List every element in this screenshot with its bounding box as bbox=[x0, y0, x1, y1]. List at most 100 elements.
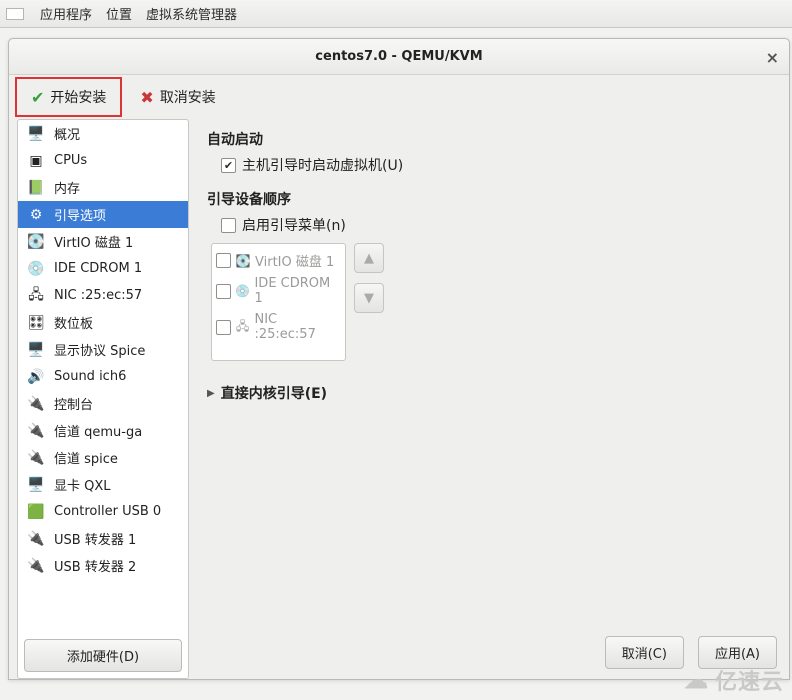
device-icon: 🖧 bbox=[235, 317, 251, 338]
dialog-buttons: 取消(C) 应用(A) bbox=[605, 636, 777, 669]
sidebar-item-5[interactable]: 💿 IDE CDROM 1 bbox=[18, 255, 188, 282]
bootmenu-checkbox[interactable] bbox=[221, 218, 236, 233]
reorder-arrows: ▲ ▼ bbox=[354, 243, 384, 313]
boot-device-label: VirtIO 磁盘 1 bbox=[255, 251, 334, 270]
apply-button[interactable]: 应用(A) bbox=[698, 636, 777, 669]
begin-install-button[interactable]: ✔ 开始安装 bbox=[15, 77, 122, 117]
body: 🖥️概况▣CPUs📗内存⚙引导选项💽VirtIO 磁盘 1💿IDE CDROM … bbox=[9, 119, 789, 679]
sidebar-item-label: 显卡 QXL bbox=[54, 475, 111, 494]
sidebar-item-label: NIC :25:ec:57 bbox=[54, 288, 142, 303]
sidebar-item-7[interactable]: 🎛 数位板 bbox=[18, 309, 188, 336]
sidebar-item-icon: 🖥️ bbox=[26, 477, 46, 493]
device-icon: 💿 bbox=[235, 284, 251, 298]
close-icon[interactable]: × bbox=[766, 48, 779, 67]
sidebar-item-label: USB 转发器 2 bbox=[54, 556, 136, 575]
sidebar-item-label: 引导选项 bbox=[54, 205, 106, 224]
sidebar-item-11[interactable]: 🔌 信道 qemu-ga bbox=[18, 417, 188, 444]
boot-device-row[interactable]: 💽VirtIO 磁盘 1 bbox=[214, 248, 343, 273]
sidebar-item-label: USB 转发器 1 bbox=[54, 529, 136, 548]
sidebar-item-icon: 🔌 bbox=[26, 558, 46, 574]
sidebar-item-icon: 🔌 bbox=[26, 450, 46, 466]
boot-device-checkbox[interactable] bbox=[216, 320, 231, 335]
boot-device-label: NIC :25:ec:57 bbox=[254, 312, 341, 342]
sidebar: 🖥️ 概况 ▣ CPUs 📗 内存 ⚙ 引导选项 💽VirtIO 磁盘 1 💿 IDE CDROM … bbox=[17, 119, 189, 679]
move-down-button[interactable]: ▼ bbox=[354, 283, 384, 313]
boot-panel: 💽VirtIO 磁盘 1💿IDE CDROM 1🖧NIC :25:ec:57 ▲… bbox=[211, 243, 771, 361]
sidebar-item-8[interactable]: 🖥️ 显示协议 Spice bbox=[18, 336, 188, 363]
autostart-checkbox-row[interactable]: 主机引导时启动虚拟机(U) bbox=[221, 155, 771, 175]
boot-device-row[interactable]: 🖧NIC :25:ec:57 bbox=[214, 309, 343, 345]
sidebar-item-0[interactable]: 🖥️ 概况 bbox=[18, 120, 188, 147]
toolbar: ✔ 开始安装 ✖ 取消安装 bbox=[9, 75, 789, 119]
window-title: centos7.0 - QEMU/KVM bbox=[315, 49, 482, 64]
arrow-down-icon: ▼ bbox=[364, 291, 374, 306]
sidebar-item-15[interactable]: 🔌 USB 转发器 1 bbox=[18, 525, 188, 552]
sidebar-list: 🖥️ 概况 ▣ CPUs 📗 内存 ⚙ 引导选项 💽VirtIO 磁盘 1 💿 IDE CDROM … bbox=[18, 120, 188, 633]
sidebar-item-3[interactable]: ⚙ 引导选项 bbox=[18, 201, 188, 228]
autostart-checkbox[interactable] bbox=[221, 158, 236, 173]
direct-kernel-label: 直接内核引导(E) bbox=[221, 383, 327, 403]
boot-device-label: IDE CDROM 1 bbox=[254, 276, 341, 306]
desktop-menubar: 应用程序 位置 虚拟系统管理器 bbox=[0, 0, 792, 28]
sidebar-item-1[interactable]: ▣ CPUs bbox=[18, 147, 188, 174]
cancel-button[interactable]: 取消(C) bbox=[605, 636, 684, 669]
vm-config-window: centos7.0 - QEMU/KVM × ✔ 开始安装 ✖ 取消安装 🖥️ 概… bbox=[8, 38, 790, 680]
sidebar-item-10[interactable]: 🔌控制台 bbox=[18, 390, 188, 417]
sidebar-item-label: Sound ich6 bbox=[54, 369, 126, 384]
sidebar-item-label: 信道 qemu-ga bbox=[54, 421, 142, 440]
sidebar-item-label: Controller USB 0 bbox=[54, 504, 161, 519]
arrow-up-icon: ▲ bbox=[364, 251, 374, 266]
sidebar-item-label: 控制台 bbox=[54, 394, 93, 413]
sidebar-item-16[interactable]: 🔌 USB 转发器 2 bbox=[18, 552, 188, 579]
sidebar-item-icon: 💿 bbox=[26, 261, 46, 277]
sidebar-item-14[interactable]: 🟩 Controller USB 0 bbox=[18, 498, 188, 525]
sidebar-item-2[interactable]: 📗 内存 bbox=[18, 174, 188, 201]
sidebar-item-label: 数位板 bbox=[54, 313, 93, 332]
sidebar-item-icon: 🖧 bbox=[26, 284, 46, 308]
sidebar-item-icon: 🖥️ bbox=[26, 126, 46, 142]
sidebar-item-icon: 💽 bbox=[26, 234, 46, 250]
boot-device-checkbox[interactable] bbox=[216, 284, 231, 299]
sidebar-item-icon: 📗 bbox=[26, 180, 46, 196]
cancel-install-button[interactable]: ✖ 取消安装 bbox=[128, 81, 227, 113]
sidebar-item-13[interactable]: 🖥️ 显卡 QXL bbox=[18, 471, 188, 498]
sidebar-item-label: 信道 spice bbox=[54, 448, 118, 467]
sidebar-item-icon: ⚙ bbox=[26, 207, 46, 223]
boot-device-row[interactable]: 💿IDE CDROM 1 bbox=[214, 273, 343, 309]
menu-places[interactable]: 位置 bbox=[106, 4, 132, 23]
sidebar-item-icon: 🔌 bbox=[26, 423, 46, 439]
bootmenu-checkbox-label: 启用引导菜单(n) bbox=[242, 215, 346, 235]
sidebar-item-label: CPUs bbox=[54, 153, 87, 168]
disclosure-triangle-icon: ▶ bbox=[207, 388, 215, 399]
sidebar-item-4[interactable]: 💽VirtIO 磁盘 1 bbox=[18, 228, 188, 255]
move-up-button[interactable]: ▲ bbox=[354, 243, 384, 273]
sidebar-item-icon: 🟩 bbox=[26, 504, 46, 520]
boot-device-checkbox[interactable] bbox=[216, 253, 231, 268]
cancel-install-label: 取消安装 bbox=[160, 87, 216, 107]
sidebar-item-9[interactable]: 🔊 Sound ich6 bbox=[18, 363, 188, 390]
x-icon: ✖ bbox=[140, 88, 153, 107]
sidebar-item-icon: 🔊 bbox=[26, 369, 46, 385]
add-hardware-button[interactable]: 添加硬件(D) bbox=[24, 639, 182, 672]
sidebar-item-label: 概况 bbox=[54, 124, 80, 143]
sidebar-item-label: 显示协议 Spice bbox=[54, 340, 145, 359]
content-pane: 自动启动 主机引导时启动虚拟机(U) 引导设备顺序 启用引导菜单(n) 💽Vir… bbox=[189, 119, 789, 679]
sidebar-item-label: IDE CDROM 1 bbox=[54, 261, 142, 276]
sidebar-item-12[interactable]: 🔌 信道 spice bbox=[18, 444, 188, 471]
sidebar-item-icon: ▣ bbox=[26, 153, 46, 169]
autostart-checkbox-label: 主机引导时启动虚拟机(U) bbox=[242, 155, 403, 175]
sidebar-item-6[interactable]: 🖧 NIC :25:ec:57 bbox=[18, 282, 188, 309]
menu-vmm[interactable]: 虚拟系统管理器 bbox=[146, 4, 237, 23]
direct-kernel-expander[interactable]: ▶ 直接内核引导(E) bbox=[207, 383, 771, 403]
autostart-title: 自动启动 bbox=[207, 129, 771, 149]
sidebar-item-icon: 🎛 bbox=[26, 315, 46, 331]
bootmenu-checkbox-row[interactable]: 启用引导菜单(n) bbox=[221, 215, 771, 235]
sidebar-item-label: 内存 bbox=[54, 178, 80, 197]
begin-install-label: 开始安装 bbox=[50, 87, 106, 107]
active-app-chiclet bbox=[6, 8, 24, 20]
check-icon: ✔ bbox=[31, 88, 44, 107]
menu-apps[interactable]: 应用程序 bbox=[40, 4, 92, 23]
sidebar-item-icon: 🔌 bbox=[26, 531, 46, 547]
sidebar-item-icon: 🖥️ bbox=[26, 342, 46, 358]
boot-device-list[interactable]: 💽VirtIO 磁盘 1💿IDE CDROM 1🖧NIC :25:ec:57 bbox=[211, 243, 346, 361]
